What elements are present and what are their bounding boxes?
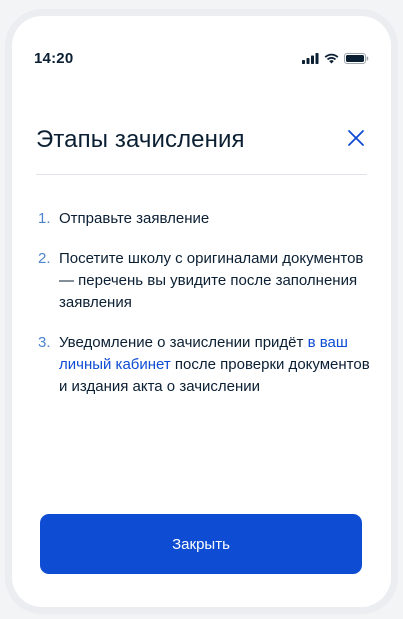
step-item: 2. Посетите школу с оригиналами документ…: [38, 248, 371, 314]
phone-frame: 14:20 Этапы зачисления 1. Отправьте заяв…: [12, 16, 391, 607]
step-item: 1. Отправьте заявление: [38, 208, 371, 230]
step-number: 1.: [38, 210, 51, 227]
battery-icon: [344, 52, 369, 64]
close-button[interactable]: [343, 127, 369, 153]
status-icons: [302, 52, 369, 64]
close-icon: [347, 129, 365, 152]
signal-icon: [302, 52, 319, 64]
steps-list: 1. Отправьте заявление 2. Посетите школу…: [38, 208, 371, 416]
step-number: 2.: [38, 250, 51, 267]
divider: [36, 174, 367, 175]
status-time: 14:20: [34, 49, 74, 67]
step-text: Посетите школу с оригиналами документов …: [59, 250, 364, 311]
step-text: Отправьте заявление: [59, 210, 210, 227]
step-text-before: Уведомление о зачислении придёт: [59, 334, 308, 351]
step-item: 3. Уведомление о зачислении придёт в ваш…: [38, 332, 371, 398]
wifi-icon: [324, 53, 339, 64]
close-modal-button[interactable]: Закрыть: [40, 514, 362, 574]
modal-title: Этапы зачисления: [36, 126, 245, 153]
step-text-container: Уведомление о зачислении придёт в ваш ли…: [59, 332, 371, 398]
modal-header: Этапы зачисления: [36, 126, 367, 154]
step-number: 3.: [38, 334, 51, 351]
status-bar: 14:20: [34, 48, 369, 68]
